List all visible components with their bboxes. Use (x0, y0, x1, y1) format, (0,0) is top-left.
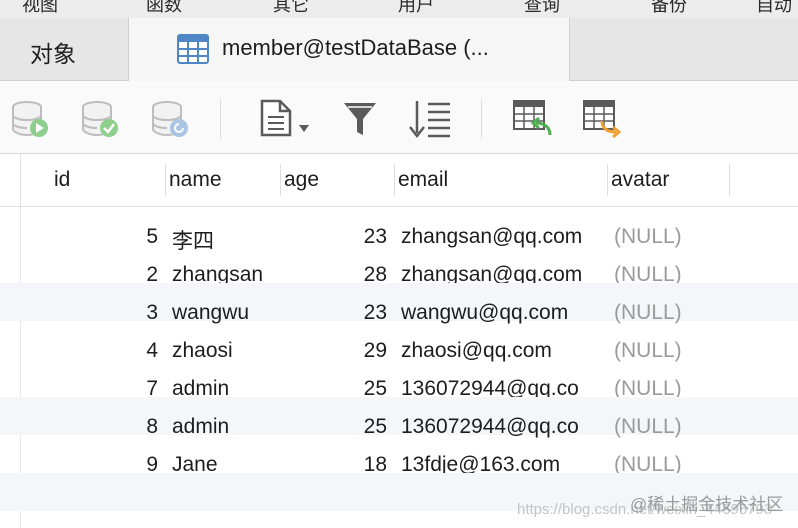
column-separator[interactable] (165, 164, 166, 196)
db-refresh-icon[interactable] (150, 99, 190, 139)
column-header-email[interactable]: email (398, 168, 448, 192)
column-separator[interactable] (607, 164, 608, 196)
menu-other[interactable]: 其它 (273, 0, 309, 17)
menu-query[interactable]: 查询 (524, 0, 560, 17)
filter-icon[interactable] (342, 99, 378, 139)
tab-member-table[interactable]: member@testDataBase (... (129, 18, 570, 81)
table-import-icon[interactable] (512, 99, 554, 139)
column-header-name[interactable]: name (169, 168, 222, 192)
tab-objects[interactable]: 对象 (0, 18, 129, 80)
table-icon (177, 34, 209, 64)
db-check-icon[interactable] (80, 99, 120, 139)
table-row[interactable]: 5 李四 23 zhangsan@qq.com (NULL) (0, 207, 798, 253)
document-icon[interactable] (258, 99, 314, 139)
toolbar-separator (481, 99, 482, 139)
menu-bar: 视图 函数 其它 用户 查询 备份 自动 (0, 0, 798, 18)
table-row[interactable]: 7 admin 25 136072944@qq.co (NULL) (0, 359, 798, 400)
menu-view[interactable]: 视图 (22, 0, 58, 17)
menu-automation[interactable]: 自动 (756, 0, 792, 17)
tab-bar: 对象 member@testDataBase (... (0, 18, 798, 81)
db-run-icon[interactable] (10, 99, 50, 139)
column-separator[interactable] (394, 164, 395, 196)
tab-member-label: member@testDataBase (... (222, 35, 489, 60)
table-row[interactable]: 2 zhangsan 28 zhangsan@qq.com (NULL) (0, 245, 798, 286)
tab-objects-label: 对象 (30, 41, 76, 67)
row-marker-column (20, 154, 21, 206)
table-body: 5 李四 23 zhangsan@qq.com (NULL) 2 zhangsa… (0, 207, 798, 511)
toolbar-separator (220, 99, 221, 139)
menu-users[interactable]: 用户 (398, 0, 434, 17)
column-separator[interactable] (729, 164, 730, 196)
column-header-id[interactable]: id (54, 168, 70, 192)
table-header: id name age email avatar (0, 154, 798, 207)
table-row[interactable]: 4 zhaosi 29 zhaosi@qq.com (NULL) (0, 321, 798, 362)
table-row[interactable]: 3 wangwu 23 wangwu@qq.com (NULL) (0, 283, 798, 324)
toolbar (0, 81, 798, 154)
table-export-icon[interactable] (582, 99, 624, 139)
menu-backup[interactable]: 备份 (651, 0, 687, 17)
watermark-brand: @稀土掘金技术社区 (630, 495, 784, 514)
table-row[interactable]: 9 Jane 18 13fdje@163.com (NULL) (0, 435, 798, 476)
table-row[interactable]: 8 admin 25 136072944@qq.co (NULL) (0, 397, 798, 438)
column-header-avatar[interactable]: avatar (611, 168, 669, 192)
sort-icon[interactable] (408, 99, 452, 139)
menu-functions[interactable]: 函数 (146, 0, 182, 17)
column-separator[interactable] (280, 164, 281, 196)
column-header-age[interactable]: age (284, 168, 319, 192)
